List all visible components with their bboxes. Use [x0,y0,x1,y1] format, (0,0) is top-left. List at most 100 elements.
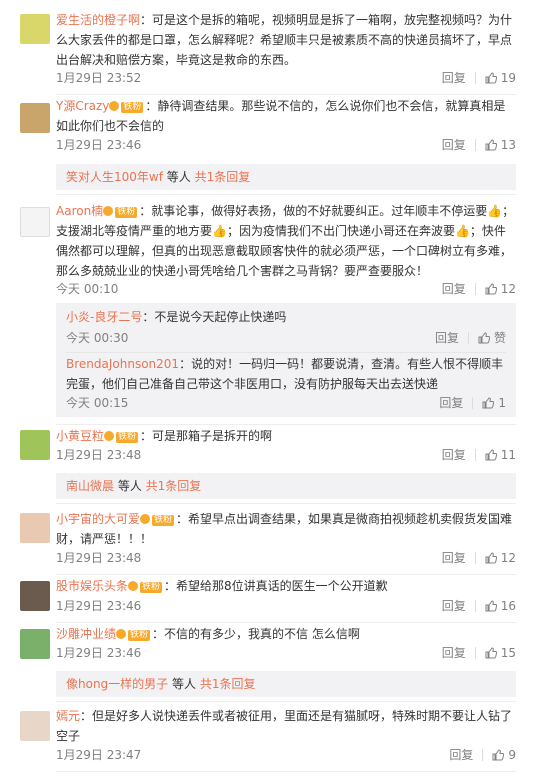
avatar[interactable] [20,14,50,44]
thumbs-up-icon [482,397,495,409]
sub-replies: 小炎-良牙二号：不是说今天起停止快递吗 今天 00:30 回复 赞 BrendaJ… [56,303,516,417]
vip-icon [104,431,115,441]
like-count: 19 [500,71,516,85]
more-replies-bar[interactable]: 像hong一样的男子 等人 共1条回复 [56,671,516,697]
fan-badge: 铁粉 [128,630,151,641]
vip-icon [116,629,127,639]
comment-meta: 1月29日 23:46 回复 15 [56,643,516,663]
like-button[interactable]: 19 [485,71,516,85]
comment-meta: 1月29日 23:48 回复 12 [56,548,516,568]
fan-badge: 铁粉 [121,102,144,113]
sub-reply-meta: 今天 00:15 回复 1 [66,393,506,413]
vip-icon [140,514,151,524]
more-replies-user[interactable]: 南山微晨 [66,479,114,493]
comment-username[interactable]: 小黄豆粒 [56,429,104,443]
reply-button[interactable]: 回复 [442,646,466,660]
comment-username[interactable]: Y源Crazy [56,99,109,113]
reply-button[interactable]: 回复 [442,599,466,613]
reply-button[interactable]: 回复 [435,331,459,345]
like-count: 12 [500,551,516,565]
like-label: 赞 [493,331,506,345]
more-replies-bar[interactable]: 笑对人生100年wf 等人 共1条回复 [56,164,516,190]
avatar[interactable] [20,513,50,543]
reply-button[interactable]: 回复 [439,396,463,410]
like-count: 16 [500,599,516,613]
thumbs-up-icon [485,449,497,461]
more-replies-suffix: 等人 [168,677,200,691]
reply-button[interactable]: 回复 [442,282,466,296]
avatar[interactable] [20,629,50,659]
like-count: 15 [500,646,516,660]
fan-badge: 铁粉 [116,432,139,443]
like-button[interactable]: 15 [485,646,516,660]
comment-username[interactable]: Aaron楠 [56,204,103,218]
comment-list: 爱生活的橙子啊：可是这个是拆的箱呢，视频明显是拆了一箱啊，放完整视频吗？为什么大… [0,0,534,779]
like-button[interactable]: 1 [482,396,506,410]
comment-username[interactable]: 小宇宙的大可爱 [56,512,140,526]
reply-button[interactable]: 回复 [442,448,466,462]
avatar[interactable] [20,103,50,133]
more-replies-count[interactable]: 共1条回复 [195,170,251,184]
comment-text: ：可是那箱子是拆开的啊 [140,429,273,443]
more-replies-count[interactable]: 共1条回复 [200,677,256,691]
comment-username[interactable]: 股市娱乐头条 [56,579,128,593]
comment-time: 1月29日 23:48 [56,448,142,462]
like-button[interactable]: 赞 [478,331,506,345]
like-count: 12 [500,282,516,296]
avatar[interactable] [20,581,50,611]
comment-text-block: 小黄豆粒 铁粉 ：可是那箱子是拆开的啊 [56,426,516,446]
comment-username[interactable]: 沙雕冲业绩 [56,627,116,641]
more-replies-user[interactable]: 像hong一样的男子 [66,677,168,691]
more-replies-user[interactable]: 笑对人生100年wf [66,170,163,184]
avatar[interactable] [20,430,50,460]
more-replies-bar[interactable]: 南山微晨 等人 共1条回复 [56,473,516,499]
sub-reply-text: ：不是说今天起停止快递吗 [142,310,287,324]
comment-meta: 今天 00:10 回复 12 [56,279,516,299]
thumbs-up-icon [485,283,497,295]
comment-text-block: 嫣元：但是好多人说快递丢件或者被征用，里面还是有猫腻呀，特殊时期不要让人钻了空子 [56,706,516,746]
fan-badge: 铁粉 [115,207,138,218]
sub-reply-username[interactable]: BrendaJohnson201 [66,357,179,371]
sub-reply-meta: 今天 00:30 回复 赞 [66,328,506,348]
like-button[interactable]: 13 [485,138,516,152]
like-button[interactable]: 12 [485,551,516,565]
sub-reply-username[interactable]: 小炎-良牙二号 [66,310,142,324]
comment-time: 今天 00:10 [56,282,119,296]
comment-text-block: 小宇宙的大可爱 铁粉 ：希望早点出调查结果，如果真是微商拍视频趁机卖假货发国难财，请… [56,509,516,549]
thumbs-up-icon [485,552,497,564]
like-button[interactable]: 12 [485,282,516,296]
comment-text: ：希望给那8位讲真话的医生一个公开道歉 [164,579,388,593]
comment-text-block: 股市娱乐头条 铁粉 ：希望给那8位讲真话的医生一个公开道歉 [56,576,516,596]
comment-meta: 1月29日 23:47 回复 9 [56,745,516,765]
comment-text-block: Y源Crazy 铁粉 ：静待调查结果。那些说不信的，怎么说你们也不会信，就算真相是如… [56,96,516,136]
vip-icon [103,206,114,216]
more-replies-suffix: 等人 [162,170,195,184]
sub-reply-time: 今天 00:15 [66,396,129,410]
comment-time: 1月29日 23:52 [56,71,142,85]
fan-badge: 铁粉 [140,582,163,593]
reply-button[interactable]: 回复 [442,71,466,85]
thumbs-up-icon [485,139,497,151]
like-button[interactable]: 11 [485,448,516,462]
avatar[interactable] [20,711,50,741]
like-button[interactable]: 16 [485,599,516,613]
reply-button[interactable]: 回复 [442,138,466,152]
sub-reply-text-block: 小炎-良牙二号：不是说今天起停止快递吗 [66,307,506,327]
like-button[interactable]: 9 [492,748,516,762]
comment-username[interactable]: 嫣元 [56,709,80,723]
reply-button[interactable]: 回复 [449,748,473,762]
thumbs-up-icon [485,647,497,659]
vip-icon [128,581,139,591]
thumbs-up-icon [485,72,497,84]
like-count: 1 [498,396,506,410]
comment-meta: 1月29日 23:46 回复 16 [56,596,516,616]
sub-reply-time: 今天 00:30 [66,331,129,345]
avatar[interactable] [20,207,50,237]
reply-button[interactable]: 回复 [442,551,466,565]
comment-text-block: 沙雕冲业绩 铁粉 ：不信的有多少，我真的不信 怎么信啊 [56,624,516,644]
comment-username[interactable]: 爱生活的橙子啊 [56,13,140,27]
comment-meta: 1月29日 23:46 回复 13 [56,135,516,155]
comment-meta: 1月29日 23:48 回复 11 [56,445,516,465]
thumbs-up-icon [492,749,505,761]
more-replies-count[interactable]: 共1条回复 [146,479,202,493]
